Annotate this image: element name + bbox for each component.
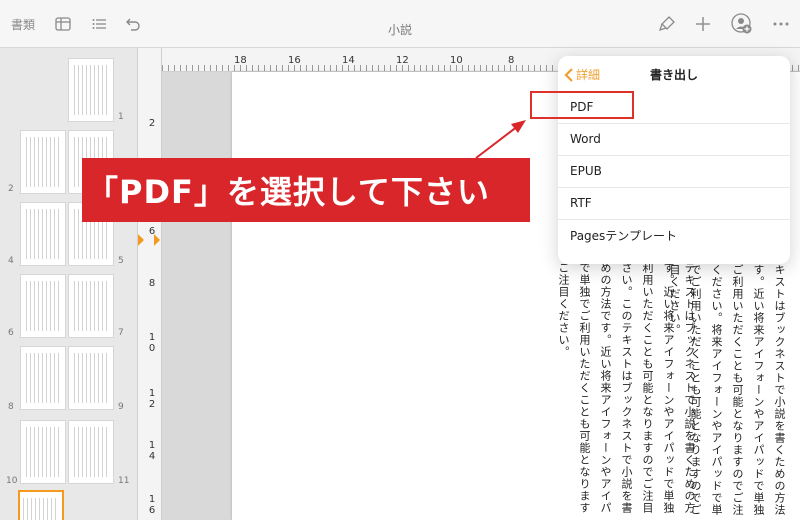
annotation-arrow: [475, 120, 526, 159]
instruction-banner: 「PDF」を選択して下さい: [82, 158, 530, 222]
